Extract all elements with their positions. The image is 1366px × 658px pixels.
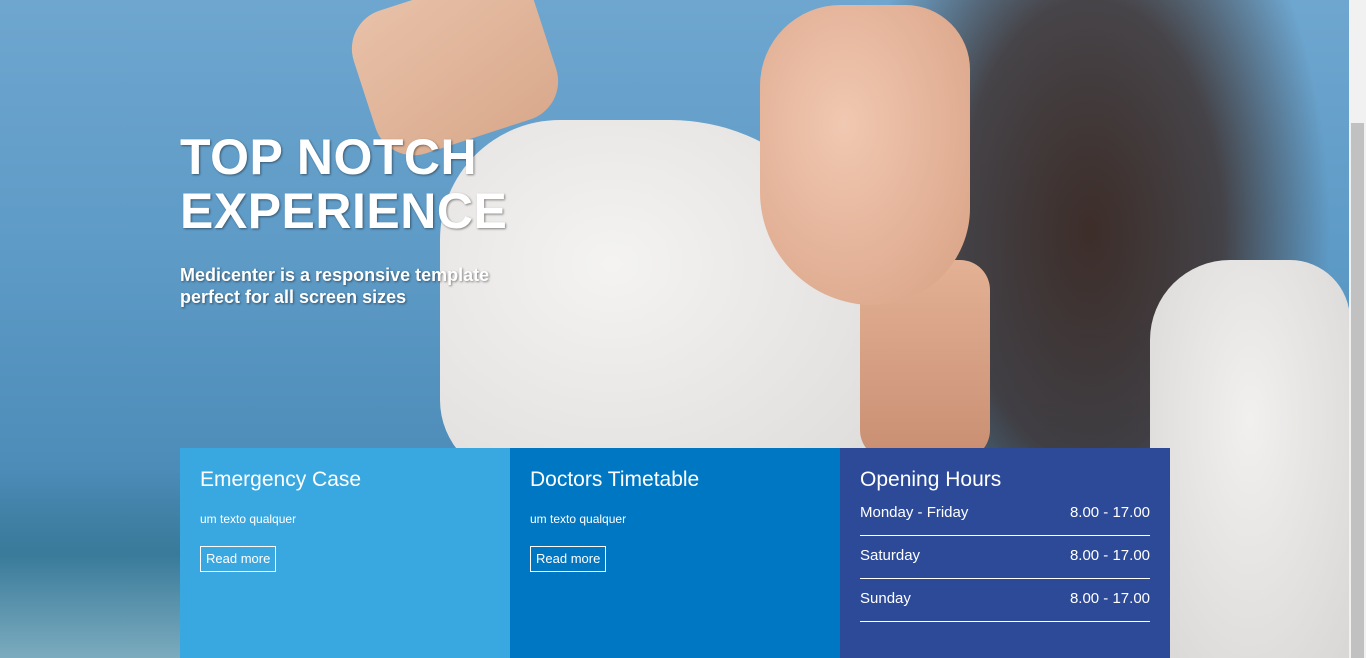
hours-row: Saturday 8.00 - 17.00 <box>860 536 1150 579</box>
emergency-read-more-button[interactable]: Read more <box>200 546 277 572</box>
hero-photo-sleeve-right <box>1150 260 1349 658</box>
scrollbar-thumb[interactable] <box>1351 123 1364 658</box>
opening-hours-card: Opening Hours Monday - Friday 8.00 - 17.… <box>840 448 1170 658</box>
hero-subtitle: Medicenter is a responsive template perf… <box>180 265 490 307</box>
page-scrollbar[interactable] <box>1349 0 1366 658</box>
hours-row: Sunday 8.00 - 17.00 <box>860 579 1150 622</box>
card-text: um texto qualquer <box>530 512 627 526</box>
info-cards: Emergency Case um texto qualquer Read mo… <box>180 448 1170 658</box>
hero-photo-face <box>760 5 970 305</box>
hours-day: Monday - Friday <box>860 504 969 521</box>
hours-time: 8.00 - 17.00 <box>1069 504 1150 521</box>
hours-time: 8.00 - 17.00 <box>1069 590 1150 607</box>
doctors-read-more-button[interactable]: Read more <box>530 546 607 572</box>
emergency-case-card: Emergency Case um texto qualquer Read mo… <box>180 448 510 658</box>
hero-text: TOP NOTCH EXPERIENCE Medicenter is a res… <box>180 130 560 308</box>
hours-list: Monday - Friday 8.00 - 17.00 Saturday 8.… <box>860 500 1150 622</box>
hours-day: Saturday <box>860 547 921 564</box>
hours-day: Sunday <box>860 590 911 607</box>
hours-row: Monday - Friday 8.00 - 17.00 <box>860 500 1150 536</box>
hero-banner: TOP NOTCH EXPERIENCE Medicenter is a res… <box>0 0 1349 658</box>
card-title: Emergency Case <box>200 468 362 491</box>
card-text: um texto qualquer <box>200 512 297 526</box>
doctors-timetable-card: Doctors Timetable um texto qualquer Read… <box>510 448 840 658</box>
card-title: Doctors Timetable <box>530 468 700 491</box>
card-title: Opening Hours <box>860 468 1002 491</box>
hours-time: 8.00 - 17.00 <box>1069 547 1150 564</box>
hero-title: TOP NOTCH EXPERIENCE <box>180 129 508 239</box>
